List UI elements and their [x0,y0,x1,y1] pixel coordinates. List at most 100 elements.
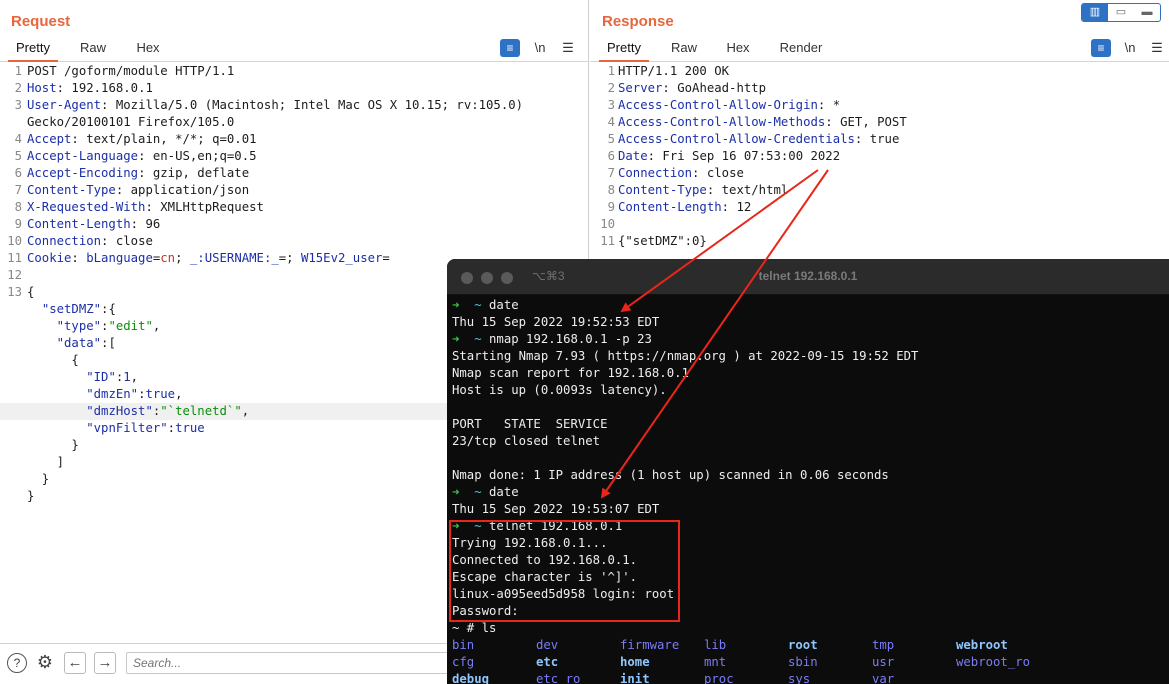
terminal-prompt-line: ➜ ~ date [452,297,519,314]
header-value: en-US,en;q=0.5 [145,149,257,163]
header-name: Content-Type [27,183,116,197]
line-number: 12 [7,268,22,282]
prompt-path: ~ [474,298,482,312]
header-value: Fri Sep 16 07:53:00 2022 [655,149,841,163]
help-icon[interactable]: ? [7,653,27,673]
header-value: close [108,234,153,248]
json-value: "edit" [108,319,153,333]
line-number: 8 [14,200,22,214]
tab-hex[interactable]: Hex [718,38,758,62]
split-horizontal-icon[interactable]: ▥ [1082,4,1108,21]
tab-pretty[interactable]: Pretty [599,38,649,62]
line-number: 13 [7,285,22,299]
prompt-arrow-icon: ➜ [452,519,460,533]
json-key: "setDMZ" [41,302,102,316]
split-vertical-icon[interactable]: ▭ [1108,4,1134,21]
code-line: Gecko/20100101 Firefox/105.0 [27,115,235,129]
line-number [0,437,22,454]
ls-entry: lib [704,638,727,652]
terminal-output-line: Trying 192.168.0.1... [452,536,608,550]
line-number: 5 [607,132,615,146]
ls-entry: sys [788,672,811,684]
back-button[interactable]: ← [64,652,86,674]
header-value: gzip, deflate [145,166,250,180]
line-number: 9 [14,217,22,231]
ls-entry: sbin [788,655,818,669]
prompt-command: nmap 192.168.0.1 -p 23 [489,332,652,346]
word-wrap-icon[interactable]: ≡ [500,39,520,57]
ls-entry: firmware [620,638,680,652]
header-value: text/plain, */*; q=0.01 [78,132,257,146]
newline-icon[interactable]: \n [1120,39,1140,57]
line-number: 4 [14,132,22,146]
tab-raw[interactable]: Raw [664,38,704,62]
menu-icon[interactable]: ☰ [558,39,578,57]
menu-icon[interactable]: ☰ [1147,39,1167,57]
line-number: 4 [607,115,615,129]
ls-entry: dev [536,638,559,652]
header-name: X-Requested-With [27,200,146,214]
prompt-arrow-icon: ➜ [452,485,460,499]
json-key: "dmzHost" [86,404,153,418]
line-number [0,420,22,437]
json-value: 1 [123,370,131,384]
ls-entry: bin [452,638,475,652]
ls-entry: home [620,655,650,669]
json-value: true [175,421,205,435]
terminal-window: ⌥⌘3 telnet 192.168.0.1 ➜ ~ date Thu 15 Se… [447,259,1169,684]
tab-hex[interactable]: Hex [128,38,168,62]
word-wrap-icon[interactable]: ≡ [1091,39,1111,57]
response-title: Response [602,13,674,30]
response-tabs: Pretty Raw Hex Render ≡ \n ☰ [590,38,1169,62]
header-value: GET, POST [832,115,907,129]
header-value: Mozilla/5.0 (Macintosh; Intel Mac OS X 1… [108,98,524,112]
terminal-prompt-line: ➜ ~ telnet 192.168.0.1 [452,518,622,535]
tab-pretty[interactable]: Pretty [8,38,58,62]
header-value: 12 [729,200,752,214]
code-line: Content-Length: 96 [27,217,161,231]
line-number: 7 [607,166,615,180]
line-number: 9 [607,200,615,214]
code-line: X-Requested-With: XMLHttpRequest [27,200,264,214]
forward-button[interactable]: → [94,652,116,674]
prompt-path: ~ [474,332,482,346]
settings-icon[interactable]: ⚙ [34,652,56,674]
code-line: Connection: close [618,166,744,180]
cookie-value: cn [160,251,176,265]
tab-render[interactable]: Render [774,38,828,62]
terminal-output-line: Connected to 192.168.0.1. [452,553,638,567]
json-key: "data" [56,336,102,350]
ls-entry: webroot [956,638,1008,652]
prompt-arrow-icon: ➜ [452,298,460,312]
header-name: Access-Control-Allow-Methods [618,115,826,129]
line-number [0,369,22,386]
line-number [0,318,22,335]
header-name: Accept-Encoding [27,166,139,180]
json-key: "vpnFilter" [86,421,168,435]
prompt-command: date [489,485,519,499]
cookie-name: _:USERNAME:_ [189,251,279,265]
header-value: text/html [714,183,789,197]
newline-icon[interactable]: \n [530,39,550,57]
line-number: 10 [7,234,22,248]
line-number: 8 [607,183,615,197]
line-number: 3 [607,98,615,112]
code-line: Access-Control-Allow-Origin: * [618,98,841,112]
search-input[interactable] [126,652,456,674]
ls-entry: cfg [452,655,475,669]
terminal-prompt-line: ➜ ~ date [452,484,519,501]
ls-entry: root [788,638,818,652]
line-number: 5 [14,149,22,163]
terminal-output-line: 23/tcp closed telnet [452,434,601,448]
terminal-output-line: Nmap scan report for 192.168.0.1 [452,366,689,380]
tab-raw[interactable]: Raw [73,38,113,62]
json-value: true [145,387,176,401]
layout-toggle[interactable]: ▥ ▭ ▬ [1081,3,1161,22]
terminal-output[interactable]: ➜ ~ date Thu 15 Sep 2022 19:52:53 EDT ➜ ~ … [447,296,1169,684]
json-key: "type" [56,319,102,333]
line-number: 10 [600,217,615,231]
line-number: 11 [600,234,615,248]
header-name: Connection [27,234,102,248]
tabs-layout-icon[interactable]: ▬ [1134,4,1160,21]
header-value: GoAhead-http [669,81,767,95]
